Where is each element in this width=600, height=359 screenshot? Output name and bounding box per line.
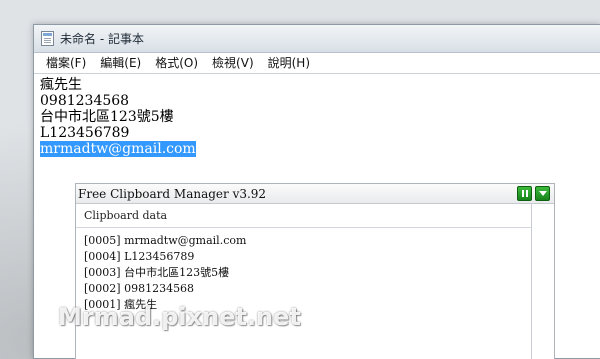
clipboard-entry[interactable]: [0003] 台中市北區123號5樓 — [84, 265, 531, 281]
watermark: Mrmad.pixnet.net — [58, 303, 301, 331]
notepad-icon — [41, 31, 54, 46]
menu-bar: 檔案(F) 編輯(E) 格式(O) 檢視(V) 說明(H) — [34, 53, 600, 74]
clipboard-entry[interactable]: [0005] mrmadtw@gmail.com — [84, 233, 531, 249]
editor-line-selected: mrmadtw@gmail.com — [40, 141, 196, 157]
clipboard-list: Clipboard data [0005] mrmadtw@gmail.com … — [76, 204, 532, 359]
menu-view[interactable]: 檢視(V) — [205, 54, 261, 72]
editor-line: 瘋先生 — [40, 77, 82, 93]
clipboard-manager-title: Free Clipboard Manager v3.92 — [76, 184, 554, 204]
title-bar[interactable]: 未命名 - 記事本 — [34, 25, 600, 53]
dropdown-button[interactable] — [535, 186, 550, 201]
clipboard-manager-panel: Free Clipboard Manager v3.92 Clipboard d… — [75, 183, 555, 359]
menu-help[interactable]: 說明(H) — [261, 54, 317, 72]
pause-icon — [521, 190, 528, 197]
editor-line: 台中市北區123號5樓 — [40, 109, 174, 125]
chevron-down-icon — [538, 191, 547, 196]
pause-button[interactable] — [517, 186, 532, 201]
menu-edit[interactable]: 編輯(E) — [93, 54, 148, 72]
clipboard-list-body: [0005] mrmadtw@gmail.com [0004] L1234567… — [76, 228, 531, 313]
window-title: 未命名 - 記事本 — [60, 32, 144, 46]
clipboard-manager-controls — [517, 186, 550, 201]
editor-line: 0981234568 — [40, 93, 130, 109]
menu-file[interactable]: 檔案(F) — [39, 54, 93, 72]
clipboard-list-header: Clipboard data — [76, 204, 531, 228]
menu-format[interactable]: 格式(O) — [148, 54, 205, 72]
editor-line: L123456789 — [40, 125, 130, 141]
clipboard-entry[interactable]: [0004] L123456789 — [84, 249, 531, 265]
clipboard-entry[interactable]: [0002] 0981234568 — [84, 281, 531, 297]
